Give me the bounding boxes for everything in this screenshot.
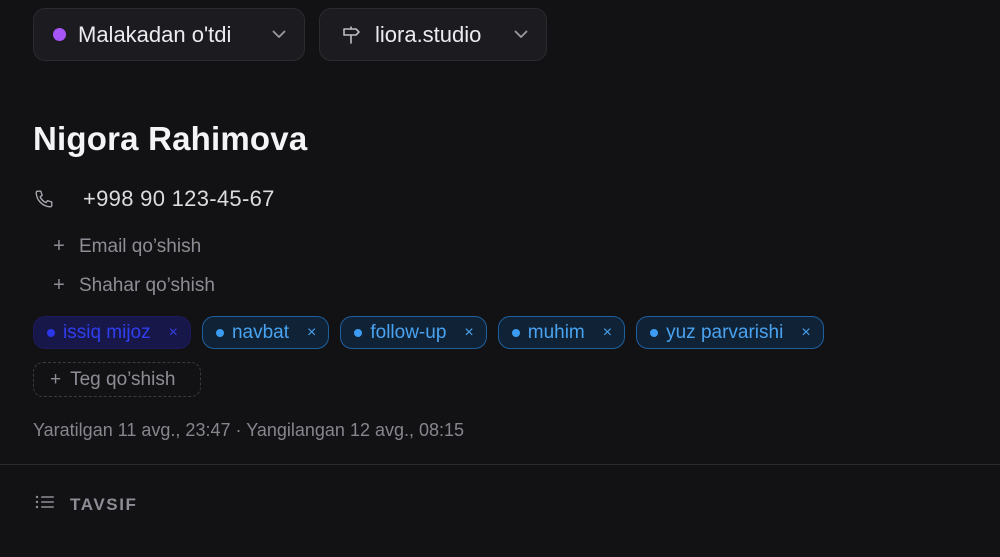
section-title: TAVSIF: [70, 494, 138, 514]
tag-label: navbat: [231, 321, 290, 343]
updated-timestamp: Yangilangan 12 avg., 08:15: [246, 420, 465, 440]
close-icon[interactable]: ×: [464, 324, 473, 342]
add-tag-label: Teg qo’shish: [70, 368, 176, 390]
status-dot-icon: [53, 28, 66, 41]
top-toolbar: Malakadan o'tdi liora.studio: [33, 8, 547, 61]
close-icon[interactable]: ×: [307, 324, 316, 342]
site-dropdown[interactable]: liora.studio: [319, 8, 547, 61]
tag-chip[interactable]: follow-up ×: [340, 316, 487, 349]
tag-dot-icon: [650, 328, 659, 337]
tag-label: muhim: [527, 321, 585, 343]
chevron-down-icon: [272, 30, 286, 39]
tag-chip[interactable]: navbat ×: [201, 316, 330, 349]
site-dropdown-label: liora.studio: [375, 21, 482, 47]
tag-dot-icon: [354, 328, 363, 337]
tag-label: follow-up: [370, 321, 447, 343]
phone-icon: [33, 188, 55, 210]
add-city-label: Shahar qo’shish: [79, 274, 215, 296]
section-divider: [0, 464, 1000, 465]
tag-dot-icon: [511, 328, 520, 337]
timestamp-separator: ·: [235, 420, 242, 440]
plus-icon: +: [53, 274, 65, 296]
plus-icon: +: [53, 235, 65, 257]
chevron-down-icon: [514, 30, 528, 39]
list-icon: [35, 494, 55, 515]
phone-row[interactable]: +998 90 123-45-67: [33, 186, 275, 212]
tag-chip[interactable]: muhim ×: [497, 316, 626, 349]
status-dropdown[interactable]: Malakadan o'tdi: [33, 8, 305, 61]
signpost-icon: [341, 25, 361, 45]
close-icon[interactable]: ×: [603, 324, 612, 342]
add-email-label: Email qo’shish: [79, 235, 202, 257]
timestamps: Yaratilgan 11 avg., 23:47 · Yangilangan …: [33, 420, 464, 441]
plus-icon: +: [50, 368, 62, 390]
contact-detail-panel: Malakadan o'tdi liora.studio Nigora Rahi…: [0, 0, 1000, 557]
tag-list: issiq mijoz × navbat × follow-up × muhim…: [33, 316, 824, 349]
phone-number: +998 90 123-45-67: [83, 186, 275, 211]
tag-chip[interactable]: yuz parvarishi ×: [636, 316, 824, 349]
tag-dot-icon: [215, 328, 224, 337]
tag-chip[interactable]: issiq mijoz ×: [33, 316, 191, 349]
contact-name[interactable]: Nigora Rahimova: [33, 120, 307, 158]
close-icon[interactable]: ×: [801, 324, 810, 342]
close-icon[interactable]: ×: [169, 324, 178, 342]
description-section-header[interactable]: TAVSIF: [35, 494, 138, 515]
status-dropdown-label: Malakadan o'tdi: [78, 21, 232, 47]
tag-label: issiq mijoz: [63, 321, 151, 343]
created-timestamp: Yaratilgan 11 avg., 23:47: [33, 420, 231, 440]
add-tag-button[interactable]: + Teg qo’shish: [33, 362, 201, 397]
tag-label: yuz parvarishi: [666, 321, 784, 343]
add-email-button[interactable]: + Email qo’shish: [50, 235, 201, 258]
add-city-button[interactable]: + Shahar qo’shish: [50, 274, 215, 297]
tag-dot-icon: [47, 328, 55, 337]
